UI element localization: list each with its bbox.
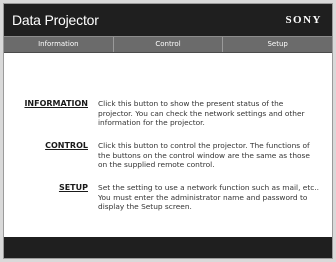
information-link[interactable]: INFORMATION xyxy=(24,99,88,108)
nav-bar: Information Control Setup xyxy=(4,36,332,53)
page-header: Data Projector SONY xyxy=(4,4,332,36)
tab-control[interactable]: Control xyxy=(114,37,224,52)
app-title: Data Projector xyxy=(12,12,99,28)
browser-page: Data Projector SONY Information Control … xyxy=(3,3,333,259)
tab-information[interactable]: Information xyxy=(4,37,114,52)
setup-description: Set the setting to use a network functio… xyxy=(98,183,320,212)
control-link[interactable]: CONTROL xyxy=(45,141,88,150)
page-footer xyxy=(4,237,332,258)
information-description: Click this button to show the present st… xyxy=(98,99,305,128)
brand-logo: SONY xyxy=(285,14,322,26)
tab-setup[interactable]: Setup xyxy=(223,37,332,52)
control-description: Click this button to control the project… xyxy=(98,141,310,170)
setup-link[interactable]: SETUP xyxy=(59,183,88,192)
